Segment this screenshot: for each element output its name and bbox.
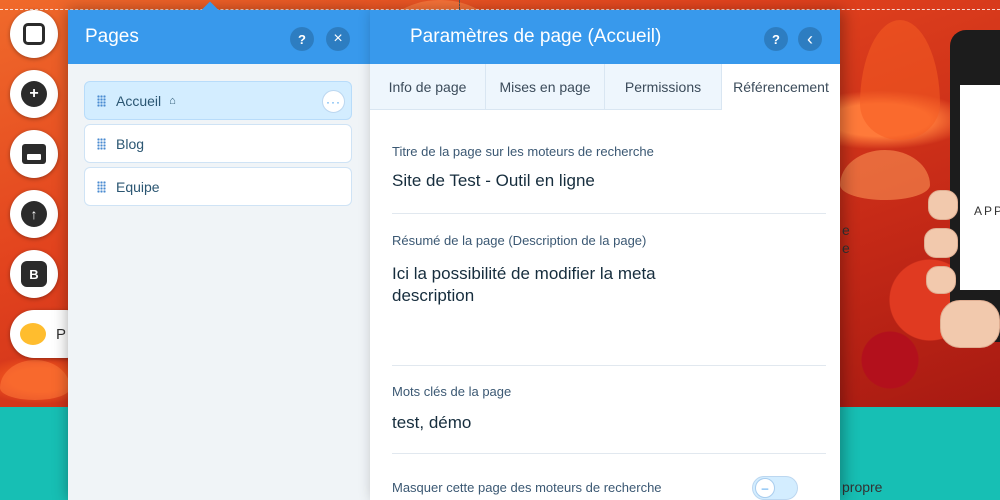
keywords-input[interactable]: test, démo xyxy=(392,412,826,434)
pages-panel-title: Pages xyxy=(85,26,139,47)
description-textarea[interactable]: Ici la possibilité de modifier la meta d… xyxy=(392,263,702,353)
toolbar-background-button[interactable] xyxy=(10,10,58,58)
page-item-blog[interactable]: Blog xyxy=(84,124,352,163)
page-item-label: Blog xyxy=(116,135,145,152)
phone-screen xyxy=(960,85,1000,290)
field-divider xyxy=(392,213,826,214)
drag-handle-icon[interactable] xyxy=(97,94,106,107)
toolbar-chat-label: P xyxy=(56,325,67,343)
field-divider xyxy=(392,453,826,454)
background-text-fragment: e xyxy=(842,240,850,256)
hand-palm xyxy=(940,300,1000,348)
tab-info-de-page[interactable]: Info de page xyxy=(370,64,486,110)
page-more-options-button[interactable]: ··· xyxy=(322,90,345,113)
upload-icon: ↑ xyxy=(21,201,47,227)
tab-referencement[interactable]: Référencement xyxy=(722,64,840,110)
settings-panel-title: Paramètres de page (Accueil) xyxy=(410,26,662,47)
settings-back-button[interactable]: ‹ xyxy=(798,27,822,51)
toolbar-blog-button[interactable]: B xyxy=(10,250,58,298)
page-item-label: Accueil xyxy=(116,92,162,109)
toolbar-add-button[interactable]: + xyxy=(10,70,58,118)
toggle-knob: – xyxy=(755,478,775,498)
drag-handle-icon[interactable] xyxy=(97,137,106,150)
pages-close-button[interactable]: × xyxy=(326,27,350,51)
tab-permissions[interactable]: Permissions xyxy=(605,64,722,110)
page-item-accueil[interactable]: Accueil ⌂ ··· xyxy=(84,81,352,120)
settings-tabs: Info de page Mises en page Permissions R… xyxy=(370,64,840,110)
page-settings-panel: Paramètres de page (Accueil) ? ‹ Info de… xyxy=(370,10,840,500)
plus-icon: + xyxy=(21,81,47,107)
square-icon xyxy=(23,23,45,45)
store-icon xyxy=(22,144,46,164)
description-field: Résumé de la page (Description de la pag… xyxy=(392,233,826,353)
seo-title-field: Titre de la page sur les moteurs de rech… xyxy=(392,144,826,192)
description-label: Résumé de la page (Description de la pag… xyxy=(392,233,647,248)
hand-finger xyxy=(928,190,958,220)
toolbar-upload-button[interactable]: ↑ xyxy=(10,190,58,238)
hide-from-search-toggle[interactable]: – xyxy=(752,476,798,500)
phone-app-text: APP xyxy=(974,204,1000,218)
seo-title-label: Titre de la page sur les moteurs de rech… xyxy=(392,144,654,159)
vertical-guide-line xyxy=(459,0,460,10)
field-divider xyxy=(392,365,826,366)
tab-mises-en-page[interactable]: Mises en page xyxy=(486,64,605,110)
background-text-fragment: propre xyxy=(842,479,883,495)
keywords-field: Mots clés de la page test, démo xyxy=(392,384,826,434)
pages-help-button[interactable]: ? xyxy=(290,27,314,51)
pages-panel: Pages ? × Accueil ⌂ ··· Blog Equipe xyxy=(68,1,370,500)
drag-handle-icon[interactable] xyxy=(97,180,106,193)
blog-icon: B xyxy=(21,261,47,287)
keywords-label: Mots clés de la page xyxy=(392,384,512,399)
hand-finger xyxy=(926,266,956,294)
settings-panel-header: Paramètres de page (Accueil) ? ‹ xyxy=(370,10,840,64)
hand-finger xyxy=(924,228,958,258)
home-icon: ⌂ xyxy=(169,94,176,107)
seo-title-input[interactable]: Site de Test - Outil en ligne xyxy=(392,170,826,192)
chat-bubble-icon xyxy=(20,323,46,345)
toolbar-store-button[interactable] xyxy=(10,130,58,178)
page-item-equipe[interactable]: Equipe xyxy=(84,167,352,206)
background-text-fragment: e xyxy=(842,222,850,238)
settings-help-button[interactable]: ? xyxy=(764,27,788,51)
page-item-label: Equipe xyxy=(116,178,160,195)
pages-panel-header: Pages ? × xyxy=(68,10,370,64)
